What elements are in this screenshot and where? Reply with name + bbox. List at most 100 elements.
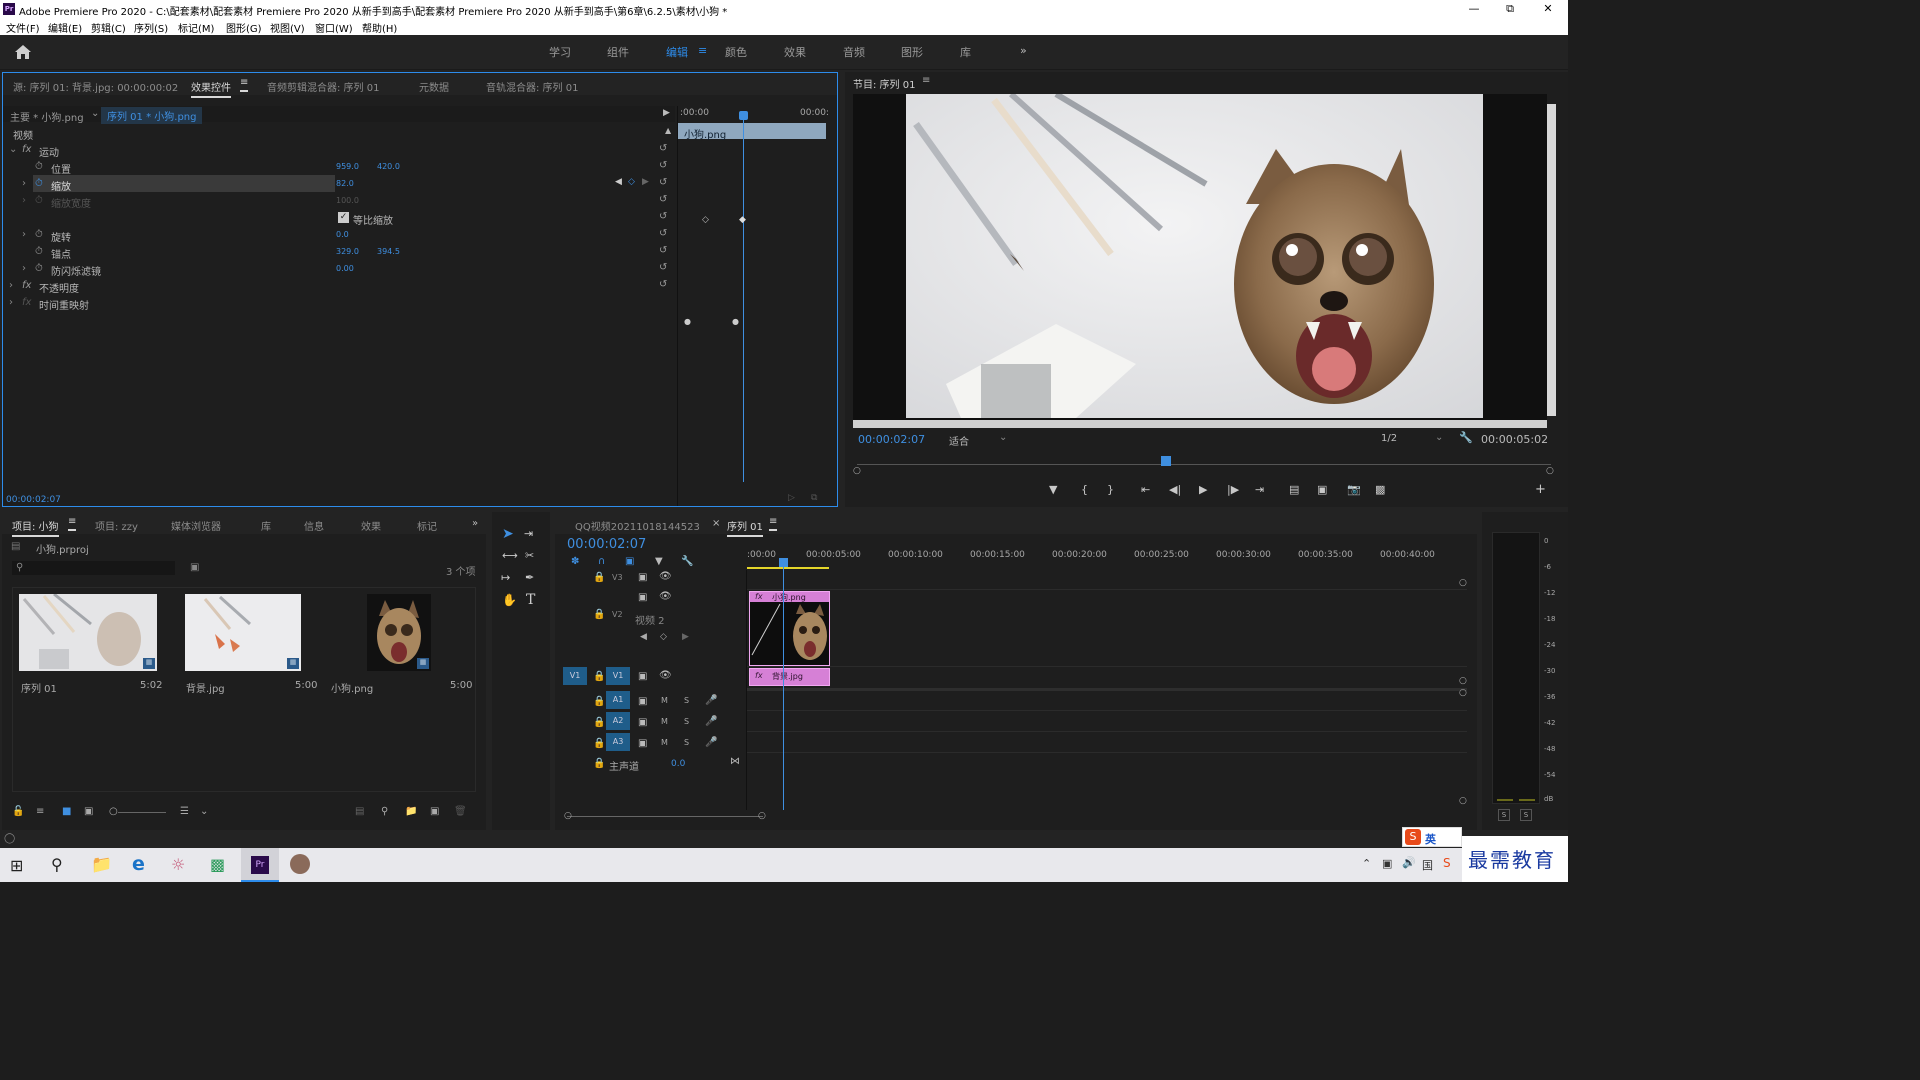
reset-icon[interactable]: ↺ [659,143,671,155]
menu-edit[interactable]: 编辑(E) [48,20,82,35]
tray-chevron-icon[interactable]: ⌃ [1362,857,1371,870]
expand-arrow-icon[interactable]: › [9,297,13,308]
network-icon[interactable]: ▣ [1382,857,1392,870]
expand-arrow-icon[interactable]: › [22,229,26,240]
volume-icon[interactable]: 🔊 [1402,856,1416,869]
mic-icon[interactable]: 🎤 [705,716,717,727]
mic-icon[interactable]: 🎤 [705,695,717,706]
track-a3-target[interactable]: A3 [606,733,630,751]
mark-out-icon[interactable]: } [1107,483,1114,496]
timeline-timecode[interactable]: 00:00:02:07 [567,537,646,552]
track-select-tool-icon[interactable]: ⇥ [524,527,533,540]
toggle-sync-icon[interactable]: ▣ [638,592,647,603]
solo-button[interactable]: S [684,717,689,726]
stopwatch-icon[interactable]: ⏱ [35,229,43,240]
tab-sequence[interactable]: 序列 01 [727,518,763,537]
list-view-icon[interactable]: ≡ [36,806,44,817]
workspace-learn[interactable]: 学习 [549,44,571,60]
item-name[interactable]: 小狗.png [331,680,373,695]
vscroll-handle[interactable]: ○ [1459,796,1467,806]
position-x-value[interactable]: 959.0 [336,162,359,171]
reset-icon[interactable]: ↺ [659,279,671,291]
add-marker-icon[interactable]: ▼ [1049,483,1057,496]
reset-icon[interactable]: ↺ [659,177,671,189]
timeline-playhead[interactable] [783,558,784,810]
lock-icon[interactable]: 🔒 [593,717,605,728]
prev-keyframe-icon[interactable]: ◀ [640,632,647,642]
eye-icon[interactable]: 👁 [659,670,672,681]
camera-icon[interactable]: 📷 [1347,483,1361,496]
toggle-sync-icon[interactable]: ▣ [638,717,647,728]
tab-media-browser[interactable]: 媒体浏览器 [171,518,221,533]
go-to-in-icon[interactable]: ⇤ [1141,483,1150,496]
sequence-clip-label[interactable]: 序列 01 * 小狗.png [101,107,203,124]
export-icon[interactable]: ⧉ [811,493,817,503]
tab-project[interactable]: 项目: 小狗 [12,518,59,537]
expand-arrow-icon[interactable]: › [22,178,26,189]
razor-tool-icon[interactable]: ✂ [525,549,534,562]
mute-button[interactable]: M [661,717,668,726]
scale-value[interactable]: 82.0 [336,179,354,188]
new-item-icon[interactable]: ▣ [430,806,439,817]
position-y-value[interactable]: 420.0 [377,162,400,171]
user-avatar-icon[interactable] [290,854,310,874]
new-bin-from-search-icon[interactable]: ▣ [190,562,199,573]
app-icon[interactable]: ☼ [171,855,185,874]
lock-icon[interactable]: 🔒 [593,758,605,769]
tab-source[interactable]: 源: 序列 01: 背景.jpg: 00:00:00:02 [13,79,178,94]
menu-clip[interactable]: 剪辑(C) [91,20,126,35]
reset-icon[interactable]: ↺ [659,245,671,257]
lock-icon[interactable]: 🔓 [12,806,24,817]
extract-icon[interactable]: ▣ [1317,483,1327,496]
chevron-down-icon[interactable]: ⌄ [91,108,99,119]
program-playhead[interactable] [1161,456,1171,466]
solo-button[interactable]: S [684,738,689,747]
keyframe-dot[interactable]: ● [684,317,691,326]
workspace-libraries[interactable]: 库 [960,44,971,60]
mic-icon[interactable]: 🎤 [705,737,717,748]
expand-chevron-icon[interactable]: ⌄ [9,144,17,155]
track-a2-target[interactable]: A2 [606,712,630,730]
program-ruler[interactable] [857,464,1551,465]
toggle-sync-icon[interactable]: ▣ [638,572,647,583]
project-search-input[interactable]: ⚲ [12,561,175,575]
tab-libraries[interactable]: 库 [261,518,271,533]
snap-icon[interactable]: ∩ [598,556,605,567]
thumbnail-dog[interactable]: ▦ [367,594,431,671]
timeline-playhead-handle[interactable] [779,558,788,567]
reset-icon[interactable]: ↺ [659,160,671,172]
resolution-dropdown[interactable]: 1/2 ⌄ [1375,432,1447,446]
reset-icon[interactable]: ↺ [659,262,671,274]
clip-fx-icon[interactable]: fx [755,592,763,601]
solo-button[interactable]: S [684,696,689,705]
av-divider[interactable] [747,688,1467,691]
viewer-scrollbar[interactable] [853,420,1547,428]
workspace-effects[interactable]: 效果 [784,44,806,60]
keyframe-icon[interactable]: ◇ [702,215,709,225]
fx-icon[interactable]: fx [22,280,31,291]
fx-icon[interactable]: fx [22,144,31,155]
keyframe-dot[interactable]: ● [732,317,739,326]
solo-right-button[interactable]: S [1520,809,1532,821]
uniform-scale-checkbox[interactable]: ✓ [338,212,349,223]
panel-menu-icon[interactable]: ≡ [240,77,249,92]
effect-timecode[interactable]: 00:00:02:07 [6,495,61,505]
timeline-hscroll[interactable] [567,816,763,817]
hscroll-handle-left[interactable]: ○ [564,811,572,821]
file-explorer-icon[interactable]: 📁 [91,855,112,875]
lock-icon[interactable]: 🔒 [593,572,605,583]
expand-arrow-icon[interactable]: › [9,280,13,291]
clip-fx-icon[interactable]: fx [755,671,763,680]
edge-icon[interactable]: e [132,853,145,875]
ime-bar[interactable]: S 英 [1402,827,1462,847]
track-v1-target[interactable]: V1 [606,667,630,685]
menu-file[interactable]: 文件(F) [6,20,40,35]
eye-icon[interactable]: 👁 [659,571,672,582]
program-viewer[interactable] [853,94,1547,428]
tab-markers[interactable]: 标记 [417,518,437,533]
track-a1-target[interactable]: A1 [606,691,630,709]
close-tab-icon[interactable]: × [712,518,720,529]
trash-icon[interactable]: 🗑 [454,806,467,817]
program-timecode[interactable]: 00:00:02:07 [858,433,925,446]
selection-tool-icon[interactable]: ➤ [502,526,514,542]
